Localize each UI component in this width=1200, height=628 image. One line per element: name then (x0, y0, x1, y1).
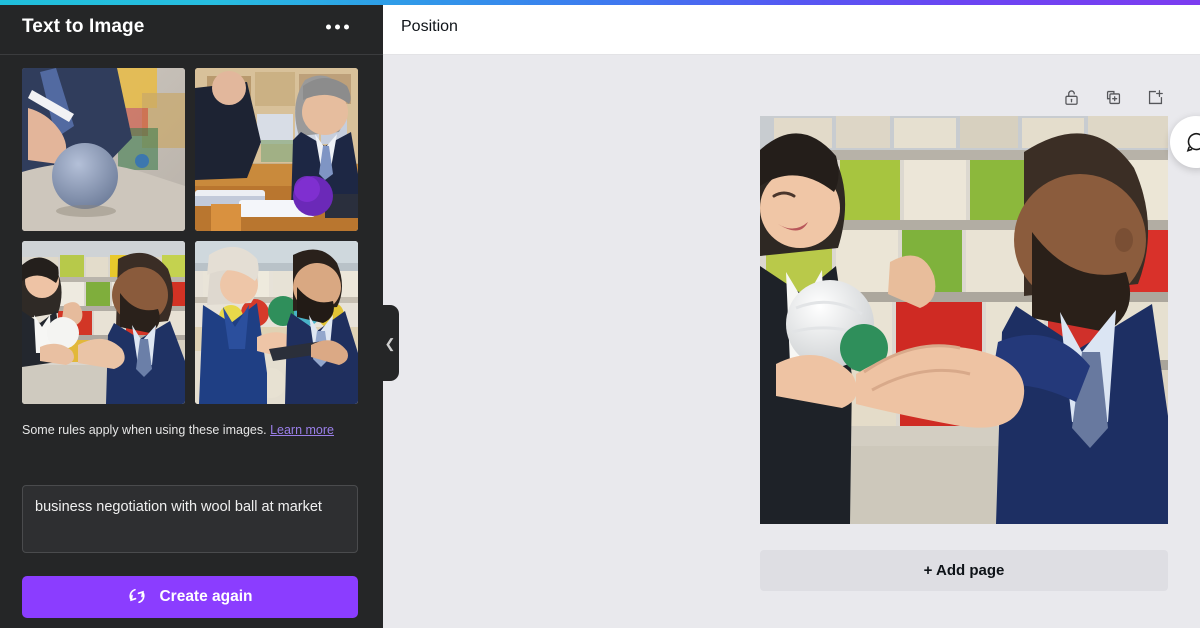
ellipsis-dot (344, 24, 349, 30)
unlock-icon[interactable] (1058, 84, 1084, 110)
top-gradient-bar (0, 0, 1200, 5)
ellipsis-dot (326, 24, 331, 30)
text-to-image-sidebar: Text to Image Some rules apply when usin… (0, 0, 383, 628)
generated-image-thumbnail[interactable] (195, 241, 358, 404)
image-thumbnail (22, 241, 185, 404)
generated-image-thumbnail[interactable] (22, 241, 185, 404)
sidebar-header: Text to Image (0, 0, 383, 55)
create-again-label: Create again (159, 588, 253, 605)
chevron-left-icon: ❮ (384, 335, 396, 351)
generated-image-thumbnail[interactable] (195, 68, 358, 231)
canvas-page[interactable] (760, 116, 1168, 524)
ellipsis-icon[interactable] (320, 19, 355, 36)
prompt-input[interactable] (22, 485, 358, 553)
duplicate-page-icon[interactable] (1100, 84, 1126, 110)
collapse-sidebar-handle[interactable]: ❮ (383, 305, 399, 381)
position-button[interactable]: Position (401, 18, 458, 36)
image-thumbnail (22, 68, 185, 231)
generated-image-thumbnail[interactable] (22, 68, 185, 231)
refresh-icon (127, 586, 147, 609)
usage-rules-label: Some rules apply when using these images… (22, 423, 271, 437)
add-page-icon[interactable] (1142, 84, 1168, 110)
canvas-toolbar: Position (383, 0, 1200, 55)
panel-title: Text to Image (22, 16, 145, 37)
editor-canvas-pane: Position + Add page (383, 0, 1200, 628)
image-thumbnail (195, 68, 358, 231)
image-thumbnail (195, 241, 358, 404)
create-again-button[interactable]: Create again (22, 576, 358, 618)
learn-more-link[interactable]: Learn more (270, 423, 334, 437)
usage-rules-text: Some rules apply when using these images… (22, 420, 352, 441)
page-actions-toolbar (1058, 84, 1168, 110)
canva-text-to-image-screen: Text to Image Some rules apply when usin… (0, 0, 1200, 628)
generated-image-grid (22, 68, 358, 404)
generated-image-large (760, 116, 1168, 524)
ellipsis-dot (335, 24, 340, 30)
add-page-button[interactable]: + Add page (760, 550, 1168, 591)
